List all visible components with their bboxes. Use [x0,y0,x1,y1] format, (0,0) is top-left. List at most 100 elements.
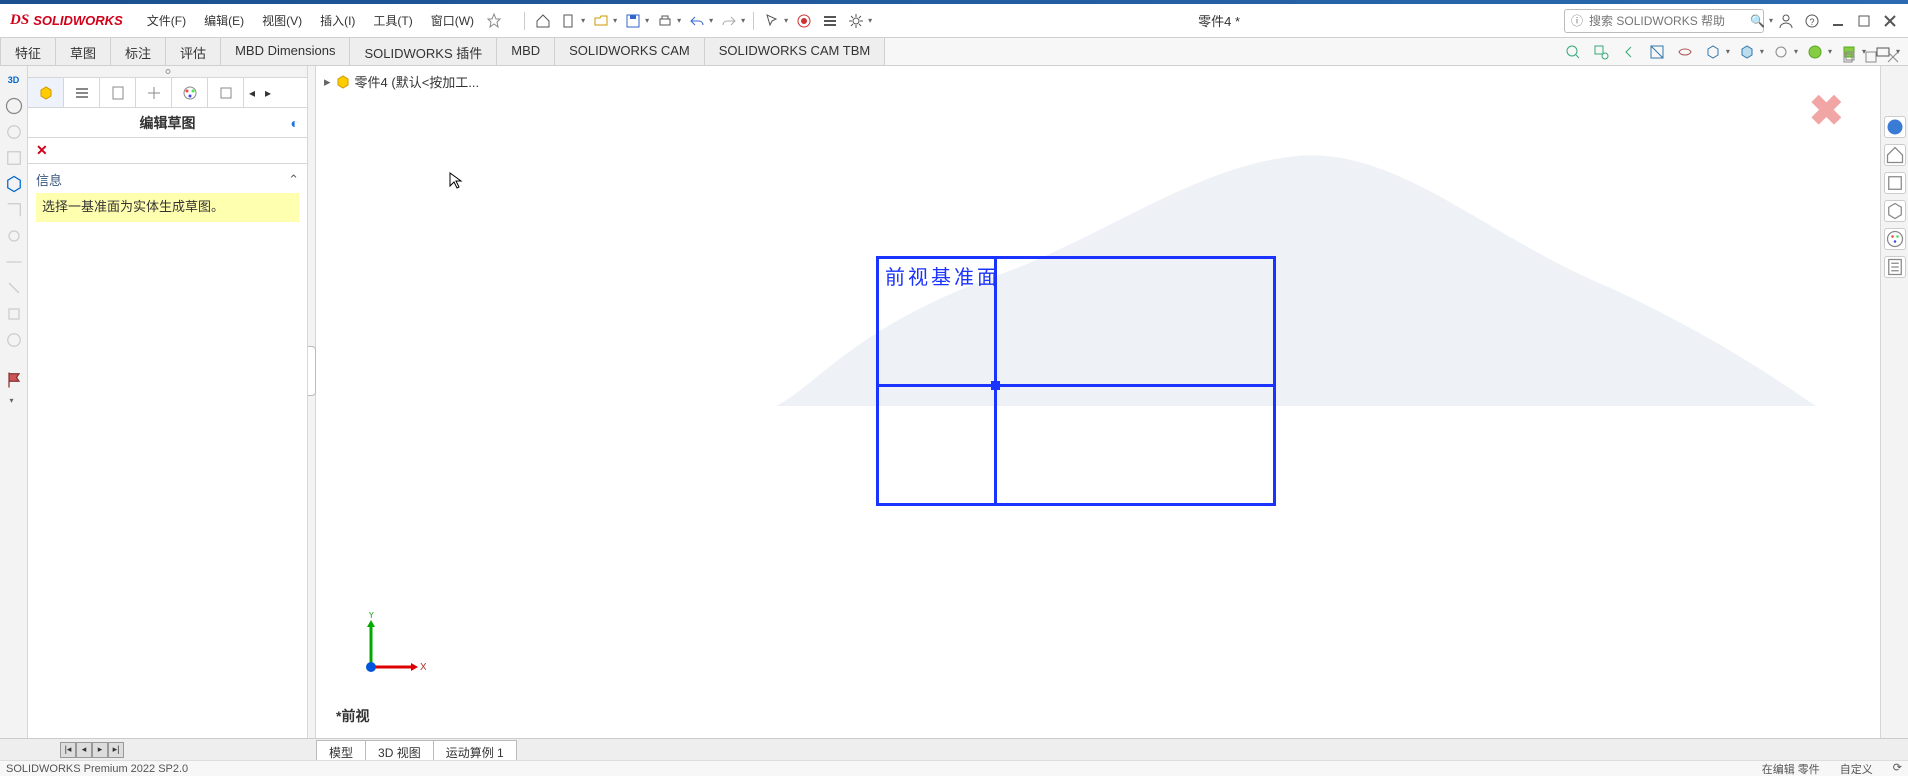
tool-flag-icon[interactable] [4,370,24,390]
exit-sketch-icon[interactable]: ✖ [1809,86,1844,135]
panel-tab-left-icon[interactable]: ◂ [244,78,260,107]
maximize-icon[interactable] [1852,9,1876,33]
dynamic-view-icon[interactable] [1672,39,1698,65]
dropdown-icon[interactable]: ▾ [1760,47,1764,56]
view-triad[interactable]: X Y [356,612,426,682]
breadcrumb-expand-icon[interactable]: ▸ [324,74,331,90]
doc-restore-icon[interactable] [1840,48,1858,66]
panel-tab-appearance-icon[interactable] [172,78,208,107]
dropdown-icon[interactable]: ▾ [1769,16,1773,25]
dropdown-icon[interactable]: ▾ [1794,47,1798,56]
taskpane-home-icon[interactable] [1884,144,1906,166]
tab-mbd-dim[interactable]: MBD Dimensions [221,38,350,65]
nav-next-icon[interactable]: ▸ [92,742,108,758]
tool-f-icon[interactable] [4,278,24,298]
settings-icon[interactable] [844,9,868,33]
splitter-grip-icon[interactable] [308,346,316,396]
nav-prev-icon[interactable]: ◂ [76,742,92,758]
menu-tools[interactable]: 工具(T) [365,8,420,33]
tool-cube-icon[interactable] [4,174,24,194]
tab-addins[interactable]: SOLIDWORKS 插件 [350,38,497,65]
menu-file[interactable]: 文件(F) [139,8,194,33]
search-box[interactable]: ⓘ 🔍▾ [1564,9,1764,33]
tool-h-icon[interactable] [4,330,24,350]
dropdown-icon[interactable]: ▾ [677,16,681,25]
dropdown-icon[interactable]: ▾ [784,16,788,25]
zoom-area-icon[interactable] [1588,39,1614,65]
scene-icon[interactable] [1768,39,1794,65]
bottom-tab-model[interactable]: 模型 [316,740,366,760]
menu-view[interactable]: 视图(V) [254,8,310,33]
help-icon[interactable]: ? [1800,9,1824,33]
home-icon[interactable] [531,9,555,33]
tool-3d-icon[interactable]: 3D [4,70,24,90]
doc-max-icon[interactable] [1862,48,1880,66]
new-icon[interactable] [557,9,581,33]
section-header-row[interactable]: 信息 ⌃ [36,170,299,189]
menu-edit[interactable]: 编辑(E) [196,8,252,33]
panel-tab-feature-icon[interactable] [28,78,64,107]
panel-tab-property-icon[interactable] [100,78,136,107]
tool-b-icon[interactable] [4,148,24,168]
search-input[interactable] [1589,14,1744,28]
tool-a-icon[interactable] [4,122,24,142]
display-style-icon[interactable] [1700,39,1726,65]
pin-icon[interactable] [482,9,506,33]
panel-help-icon[interactable]: ◐ [291,115,299,131]
minimize-icon[interactable] [1826,9,1850,33]
save-icon[interactable] [621,9,645,33]
rebuild-icon[interactable] [792,9,816,33]
dropdown-icon[interactable]: ▾ [868,16,872,25]
prev-view-icon[interactable] [1616,39,1642,65]
nav-first-icon[interactable]: |◂ [60,742,76,758]
bottom-tab-motion[interactable]: 运动算例 1 [433,740,517,760]
zoom-fit-icon[interactable] [1560,39,1586,65]
nav-last-icon[interactable]: ▸| [108,742,124,758]
taskpane-properties-icon[interactable] [1884,256,1906,278]
section-view-icon[interactable] [1644,39,1670,65]
chevron-up-icon[interactable]: ⌃ [288,172,299,188]
status-extra-icon[interactable]: ⟳ [1893,761,1902,777]
dropdown-icon[interactable]: ▾ [709,16,713,25]
close-icon[interactable] [1878,9,1902,33]
appearance-icon[interactable] [1802,39,1828,65]
tab-evaluate[interactable]: 评估 [166,38,221,65]
search-icon[interactable]: 🔍 [1750,14,1765,28]
panel-splitter[interactable] [308,66,316,738]
tab-sketch[interactable]: 草图 [56,38,111,65]
print-icon[interactable] [653,9,677,33]
front-plane[interactable]: 前视基准面 [876,256,1276,506]
breadcrumb[interactable]: ▸ 零件4 (默认<按加工... [324,72,479,91]
doc-close-icon[interactable] [1884,48,1902,66]
tab-cam-tbm[interactable]: SOLIDWORKS CAM TBM [705,38,885,65]
taskpane-appearance-icon[interactable] [1884,228,1906,250]
dropdown-icon[interactable]: ▾ [581,16,585,25]
open-icon[interactable] [589,9,613,33]
user-icon[interactable] [1774,9,1798,33]
tool-d-icon[interactable] [4,226,24,246]
status-custom[interactable]: 自定义 [1840,761,1873,777]
select-icon[interactable] [760,9,784,33]
tab-cam[interactable]: SOLIDWORKS CAM [555,38,705,65]
hide-show-icon[interactable] [1734,39,1760,65]
tab-annotate[interactable]: 标注 [111,38,166,65]
menu-insert[interactable]: 插入(I) [312,8,363,33]
tool-c-icon[interactable] [4,200,24,220]
options-icon[interactable] [818,9,842,33]
tool-g-icon[interactable] [4,304,24,324]
dropdown-icon[interactable]: ▾ [1828,47,1832,56]
tool-globe-icon[interactable] [4,96,24,116]
dropdown-icon[interactable]: ▾ [645,16,649,25]
bottom-tab-3dview[interactable]: 3D 视图 [365,740,434,760]
panel-drag-handle[interactable] [28,66,307,78]
panel-tab-extra-icon[interactable] [208,78,244,107]
panel-tab-display-icon[interactable] [136,78,172,107]
dropdown-icon[interactable]: ▾ [613,16,617,25]
tool-e-icon[interactable] [4,252,24,272]
panel-tab-config-icon[interactable] [64,78,100,107]
cancel-icon[interactable]: ✕ [36,142,48,159]
menu-window[interactable]: 窗口(W) [423,8,482,33]
taskpane-resources-icon[interactable] [1884,116,1906,138]
tab-features[interactable]: 特征 [0,38,56,65]
taskpane-view-icon[interactable] [1884,200,1906,222]
